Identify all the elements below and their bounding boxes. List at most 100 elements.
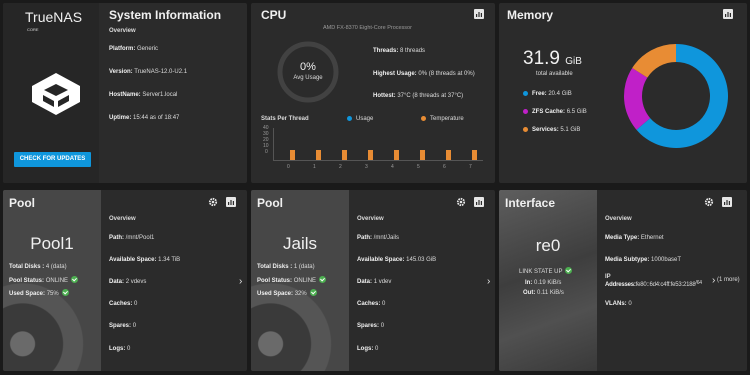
legend-usage: Usage <box>347 116 373 122</box>
pool1-status-row: Pool Status: ONLINE <box>9 276 79 284</box>
legend-temperature: Temperature <box>421 116 464 122</box>
link-up-ok-icon <box>565 267 573 274</box>
pool1-available-row: Available Space: 1.34 TiB <box>109 257 181 263</box>
pool1-title: Pool <box>9 196 35 210</box>
pool1-used-ok-icon <box>61 289 69 296</box>
cpu-processor-name: AMD FX-8370 Eight-Core Processor <box>323 25 412 31</box>
x-tick-3: 3 <box>365 164 368 170</box>
platform-row: Platform: Generic <box>109 46 159 52</box>
pool1-status-ok-icon <box>71 276 79 283</box>
thread-chart-axis <box>273 128 274 160</box>
interface-overview-label: Overview <box>605 216 632 222</box>
interface-settings-icon[interactable] <box>704 197 714 207</box>
x-tick-0: 0 <box>287 164 290 170</box>
ip-more-chevron-icon[interactable]: › <box>712 275 715 286</box>
pool1-data-row[interactable]: Data: 2 vdevs <box>109 279 146 285</box>
pool1-card: Pool Pool1 Total Disks : 4 (data) Pool S… <box>3 190 247 371</box>
interface-in-row: In: 0.19 KiB/s <box>525 280 562 286</box>
pool1-caches-row: Caches: 0 <box>109 301 138 307</box>
version-row: Version: TrueNAS-12.0-U2.1 <box>109 69 188 75</box>
pool2-status-ok-icon <box>319 276 327 283</box>
pool2-report-icon[interactable] <box>474 197 484 207</box>
thread-bar-1 <box>316 150 321 160</box>
media-subtype-row: Media Subtype: 1000baseT <box>605 257 682 263</box>
cpu-card: CPU AMD FX-8370 Eight-Core Processor 0% … <box>251 3 495 183</box>
pool2-overview-label: Overview <box>357 216 384 222</box>
ip-more-link[interactable]: (1 more) <box>717 276 741 284</box>
cpu-report-icon[interactable] <box>474 9 484 19</box>
pool2-logs-row: Logs: 0 <box>357 346 379 352</box>
pool2-data-row[interactable]: Data: 1 vdev <box>357 279 391 285</box>
system-information-card: TrueNAS CORE CHECK FOR UPDATES System In… <box>3 3 247 183</box>
system-information-title: System Information <box>109 8 222 22</box>
memory-services-row: Services: 5.1 GiB <box>523 127 580 133</box>
stats-per-thread-label: Stats Per Thread <box>261 116 309 122</box>
pool2-caches-row: Caches: 0 <box>357 301 386 307</box>
x-tick-2: 2 <box>339 164 342 170</box>
pool2-total-disks-row: Total Disks : 1 (data) <box>257 264 315 270</box>
pool2-settings-icon[interactable] <box>456 197 466 207</box>
truenas-logo-icon <box>32 73 80 115</box>
interface-out-row: Out: 0.11 KiB/s <box>523 290 564 296</box>
pool1-overview-label: Overview <box>109 216 136 222</box>
memory-card: Memory 31.9 GiB total available Free: 20… <box>499 3 747 183</box>
memory-donut-chart <box>624 44 728 148</box>
pool2-data-chevron-icon[interactable]: › <box>487 276 490 287</box>
memory-total-label: total available <box>536 71 573 77</box>
x-tick-4: 4 <box>391 164 394 170</box>
thread-bar-5 <box>420 150 425 160</box>
memory-zfs-row: ZFS Cache: 6.5 GiB <box>523 109 587 115</box>
thread-bar-6 <box>446 150 451 160</box>
hottest-row: Hottest: 37°C (8 threads at 37°C) <box>373 93 464 99</box>
uptime-row: Uptime: 15:44 as of 18:47 <box>109 115 180 121</box>
truenas-logo-text: TrueNAS <box>25 9 83 25</box>
interface-name: re0 <box>535 236 561 255</box>
x-tick-7: 7 <box>469 164 472 170</box>
pool1-spares-row: Spares: 0 <box>109 323 137 329</box>
interface-report-icon[interactable] <box>722 197 732 207</box>
interface-card: Interface re0 LINK STATE UP In: 0.19 KiB… <box>499 190 747 371</box>
pool1-report-icon[interactable] <box>226 197 236 207</box>
thread-bar-3 <box>368 150 373 160</box>
memory-report-icon[interactable] <box>723 9 733 19</box>
pool2-available-row: Available Space: 145.03 GiB <box>357 257 437 263</box>
memory-title: Memory <box>507 8 554 22</box>
x-tick-6: 6 <box>443 164 446 170</box>
memory-total: 31.9 GiB <box>523 48 582 69</box>
cpu-title: CPU <box>261 8 287 22</box>
memory-free-row: Free: 20.4 GiB <box>523 91 572 97</box>
truenas-logo-sub: CORE <box>27 27 39 32</box>
thread-bar-0 <box>290 150 295 160</box>
cpu-gauge-value: 0% <box>300 61 316 73</box>
media-type-row: Media Type: Ethernet <box>605 235 664 241</box>
pool2-name: Jails <box>282 234 317 253</box>
pool1-logs-row: Logs: 0 <box>109 346 131 352</box>
hostname-row: HostName: Server1.local <box>109 92 178 98</box>
cpu-gauge-label: Avg Usage <box>293 75 323 81</box>
pool2-title: Pool <box>257 196 283 210</box>
interface-link-state: LINK STATE UP <box>519 267 573 275</box>
thread-chart-baseline <box>273 160 483 161</box>
highest-usage-row: Highest Usage: 0% (8 threads at 0%) <box>373 71 475 77</box>
pool1-path-row: Path: /mnt/Pool1 <box>109 235 155 241</box>
ip-addresses-row: Addresses:fe80::6d4:c4ff:fe53:2188/64 <box>605 280 702 288</box>
thread-bar-2 <box>342 150 347 160</box>
interface-title: Interface <box>505 196 556 210</box>
pool1-total-disks-row: Total Disks : 4 (data) <box>9 264 67 270</box>
pool1-used-row: Used Space: 75% <box>9 289 69 297</box>
vlans-row: VLANs: 0 <box>605 301 632 307</box>
x-tick-1: 1 <box>313 164 316 170</box>
pool1-settings-icon[interactable] <box>208 197 218 207</box>
pool1-data-chevron-icon[interactable]: › <box>239 276 242 287</box>
pool1-name: Pool1 <box>30 234 74 253</box>
y-tick-0: 0 <box>265 149 268 155</box>
check-for-updates-button[interactable]: CHECK FOR UPDATES <box>14 152 91 167</box>
pool2-path-row: Path: /mnt/Jails <box>357 235 400 241</box>
x-tick-5: 5 <box>417 164 420 170</box>
pool2-spares-row: Spares: 0 <box>357 323 385 329</box>
pool2-card: Pool Jails Total Disks : 1 (data) Pool S… <box>251 190 495 371</box>
ip-label: IP <box>605 274 611 280</box>
pool2-status-row: Pool Status: ONLINE <box>257 276 327 284</box>
sysinfo-overview-label: Overview <box>109 28 136 34</box>
threads-row: Threads: 8 threads <box>373 48 426 54</box>
